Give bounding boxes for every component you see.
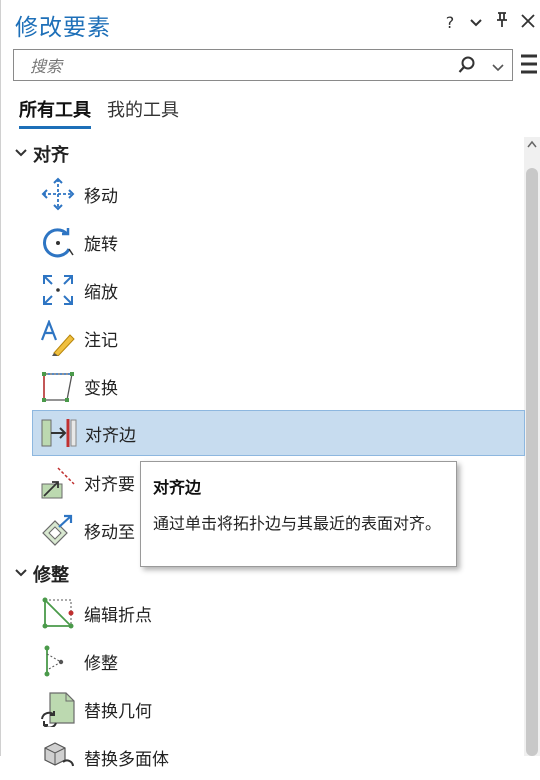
scrollbar-thumb[interactable] [526,168,538,756]
tab-all-tools[interactable]: 所有工具 [19,96,91,129]
group-header-reshape[interactable]: 修整 [15,561,69,587]
rotate-icon [40,224,76,260]
tool-annotation[interactable]: 注记 [32,315,525,361]
search-input[interactable] [16,52,462,80]
tool-transform[interactable]: 变换 [32,363,525,409]
tool-edit-vertices[interactable]: 编辑折点 [32,590,525,636]
tool-label: 对齐边 [85,425,136,446]
replace-geometry-icon [40,691,76,727]
tool-label: 缩放 [84,282,118,303]
align-edge-icon [41,415,77,451]
group-header-align[interactable]: 对齐 [15,141,69,167]
align-features-icon [40,464,76,500]
tool-label: 编辑折点 [84,605,152,626]
annotation-icon [40,320,76,356]
chevron-down-icon[interactable] [492,58,504,77]
tool-replace-geometry[interactable]: 替换几何 [32,686,525,732]
tool-label: 变换 [84,378,118,399]
tool-label: 替换几何 [84,701,152,722]
tooltip-body: 通过单击将拓扑边与其最近的表面对齐。 [153,514,442,533]
tool-label: 替换多面体 [84,749,169,770]
move-icon [40,176,76,212]
search-icon[interactable] [458,56,476,78]
tool-scale[interactable]: 缩放 [32,267,525,313]
tooltip: 对齐边 通过单击将拓扑边与其最近的表面对齐。 [140,461,457,567]
tool-align-edge[interactable]: 对齐边 [32,410,525,456]
tool-label: 移动 [84,186,118,207]
move-to-icon [40,512,76,548]
chevron-down-icon [15,567,27,581]
tooltip-title: 对齐边 [153,478,202,497]
modify-features-pane: 修改要素 ? 所有工具 我的工具 对齐 [0,0,540,770]
tool-label: 移动至 [84,522,135,543]
tool-label: 旋转 [84,234,118,255]
scale-icon [40,272,76,308]
tool-label: 对齐要 [84,474,135,495]
tool-move[interactable]: 移动 [32,171,525,217]
replace-multipatch-icon [40,739,76,775]
tool-label: 注记 [84,330,118,351]
scroll-up-icon[interactable] [527,140,537,151]
group-label: 修整 [33,565,69,586]
help-button[interactable]: ? [442,13,458,32]
pane-controls: ? [442,12,536,32]
tool-reshape[interactable]: 修整 [32,638,525,684]
menu-icon[interactable] [520,53,538,79]
close-icon[interactable] [520,13,536,32]
chevron-down-icon[interactable] [468,13,484,32]
pane-title: 修改要素 [15,15,111,41]
tool-label: 修整 [84,653,118,674]
transform-icon [40,368,76,404]
tool-rotate[interactable]: 旋转 [32,219,525,265]
tool-tabs: 所有工具 我的工具 [19,96,179,129]
tab-my-tools[interactable]: 我的工具 [107,96,179,129]
group-label: 对齐 [33,145,69,166]
edit-vertices-icon [40,595,76,631]
pin-icon[interactable] [494,12,510,32]
search-box [13,49,513,81]
reshape-icon [40,643,76,679]
chevron-down-icon [15,147,27,161]
tool-replace-multipatch[interactable]: 替换多面体 [32,734,525,780]
